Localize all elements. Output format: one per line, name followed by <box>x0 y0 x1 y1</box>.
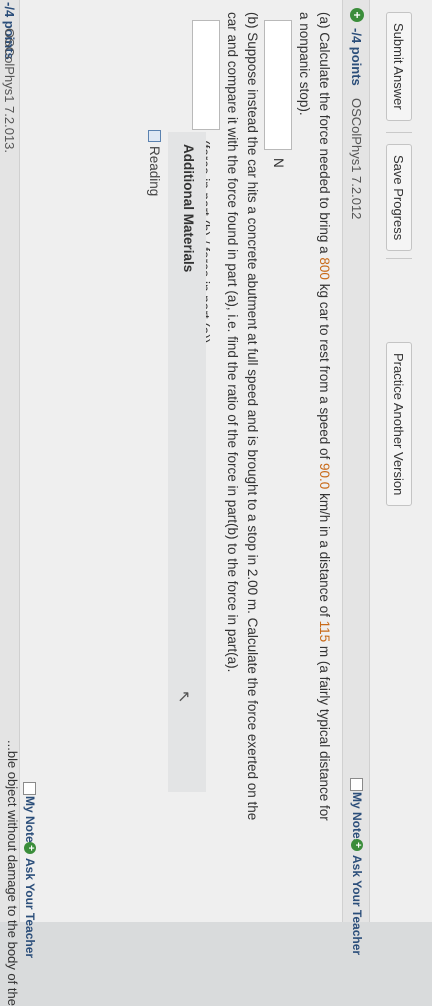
plus-icon[interactable]: + <box>350 8 364 22</box>
next-question-text: ...ble object without damage to the body… <box>5 740 20 1006</box>
toolbar-divider <box>386 258 412 259</box>
part-a-text-4: m (a fairly typical distance for <box>317 642 332 821</box>
part-b-text-line2: car and compare it with the force found … <box>225 12 240 673</box>
notes-checkbox-icon[interactable] <box>350 778 363 791</box>
part-b-text-line1: (b) Suppose instead the car hits a concr… <box>245 12 260 821</box>
save-progress-button[interactable]: Save Progress <box>386 144 412 252</box>
submit-answer-button[interactable]: Submit Answer <box>386 12 412 121</box>
part-a-text-2: kg car to rest from a speed of <box>317 279 332 464</box>
answer-a-input[interactable] <box>264 20 292 150</box>
next-question-id: OSColPhys1 7.2.013. <box>2 28 17 154</box>
ask-plus-icon[interactable]: + <box>351 839 363 851</box>
answer-b-input[interactable] <box>192 20 220 130</box>
question-header: + -/4 points OSColPhys1 7.2.012 My Notes… <box>342 0 370 955</box>
mouse-cursor-icon: ↖ <box>175 690 192 704</box>
additional-materials-title: Additional Materials <box>181 144 196 273</box>
practice-another-version-button[interactable]: Practice Another Version <box>386 342 412 507</box>
reading-link[interactable]: Reading <box>147 146 162 196</box>
ask-plus-icon[interactable]: + <box>24 842 36 854</box>
page-stage: Submit Answer Save Progress Practice Ano… <box>0 0 432 1006</box>
notes-checkbox-icon[interactable] <box>23 782 36 795</box>
part-a-text: (a) Calculate the force needed to bring … <box>317 12 332 821</box>
ask-your-teacher-link[interactable]: Ask Your Teacher <box>350 855 364 955</box>
part-a-text-3: km/h in a distance of <box>317 489 332 621</box>
question-points: -/4 points <box>349 28 364 86</box>
next-ask-your-teacher-link[interactable]: Ask Your Teacher <box>23 858 37 958</box>
part-a-speed: 90.0 <box>317 463 332 490</box>
question-id: OSColPhys1 7.2.012 <box>349 98 364 220</box>
book-icon <box>148 130 161 142</box>
toolbar-divider <box>386 132 412 133</box>
part-a-text-line2: a nonpanic stop). <box>297 12 312 116</box>
part-a-distance: 115 <box>317 620 332 643</box>
assignment-sheet: Submit Answer Save Progress Practice Ano… <box>0 0 432 1006</box>
part-a-text-1: (a) Calculate the force needed to bring … <box>317 12 332 258</box>
part-a-mass: 800 <box>317 257 332 280</box>
my-notes-link[interactable]: My Notes <box>350 792 364 845</box>
answer-a-unit: N <box>271 158 286 168</box>
